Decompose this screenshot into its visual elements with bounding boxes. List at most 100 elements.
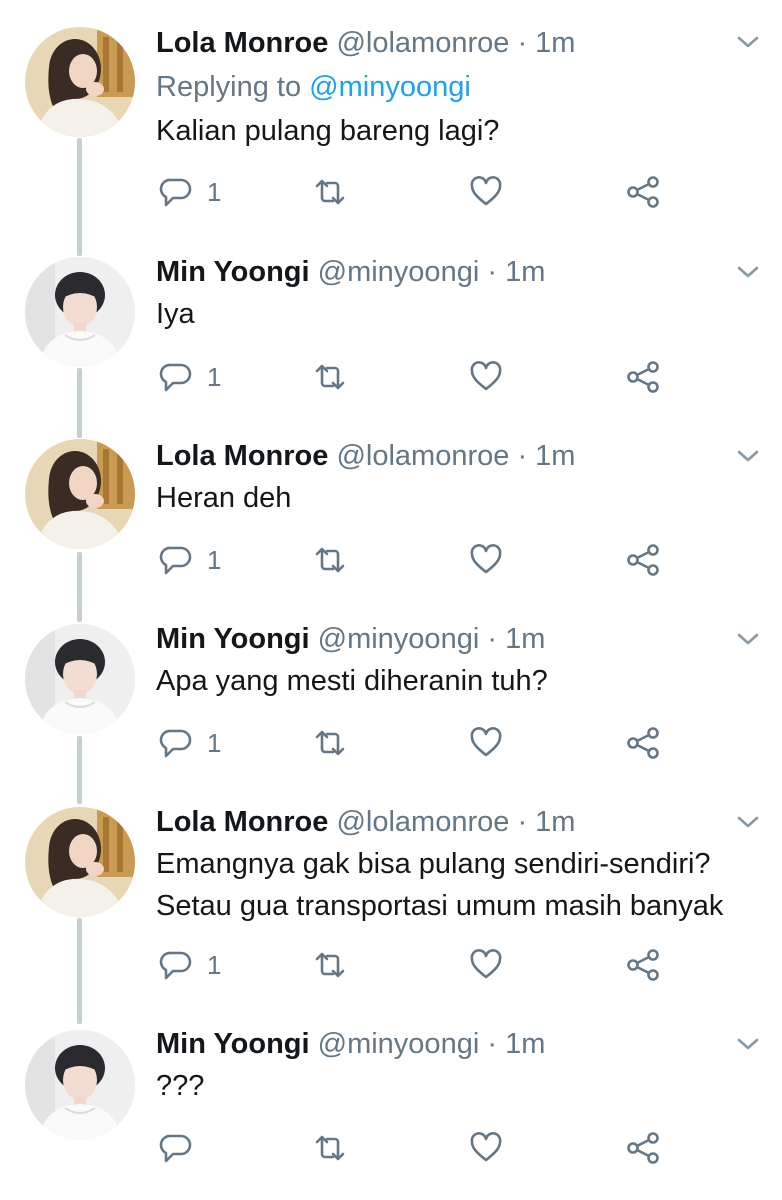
user-handle[interactable]: @minyoongi [318, 1028, 480, 1060]
tweet-text: ??? [156, 1065, 204, 1107]
user-name[interactable]: Lola Monroe [156, 27, 328, 59]
tweet-header: Min Yoongi @minyoongi · 1m [156, 1024, 545, 1064]
chevron-down-icon[interactable] [736, 447, 760, 465]
chevron-down-icon[interactable] [736, 263, 760, 281]
chevron-down-icon[interactable] [736, 813, 760, 831]
tweet[interactable]: Lola Monroe @lolamonroe · 1m Replying to… [0, 0, 782, 230]
avatar[interactable] [25, 439, 135, 549]
reply-count: 1 [207, 727, 222, 758]
reply-icon [159, 546, 192, 575]
timestamp[interactable]: 1m [505, 623, 545, 655]
reply-count: 1 [207, 176, 222, 207]
separator-dot: · [487, 256, 497, 288]
tweet-text-line: Setau gua transportasi umum masih banyak [156, 890, 724, 922]
tweet-text-line: Emangnya gak bisa pulang sendiri-sendiri… [156, 848, 711, 880]
tweet-header: Lola Monroe @lolamonroe · 1m [156, 23, 575, 63]
tweet-text-line: ??? [156, 1070, 205, 1102]
share-button[interactable] [626, 723, 660, 763]
retweet-button[interactable] [313, 1128, 347, 1168]
action-bar: 1 [0, 172, 782, 212]
like-button[interactable] [469, 723, 503, 763]
reply-button[interactable]: 1 [159, 945, 221, 985]
like-button[interactable] [469, 1128, 503, 1168]
retweet-icon [315, 952, 345, 978]
action-bar [0, 1128, 782, 1168]
heart-icon [470, 361, 502, 391]
tweet-text: Iya [156, 293, 195, 335]
timestamp[interactable]: 1m [535, 440, 575, 472]
share-icon [627, 544, 659, 576]
chevron-down-icon[interactable] [736, 33, 760, 51]
heart-icon [470, 727, 502, 757]
share-button[interactable] [626, 540, 660, 580]
replying-to-handle[interactable]: @minyoongi [309, 71, 471, 103]
reply-icon [159, 1134, 192, 1163]
tweet-header: Lola Monroe @lolamonroe · 1m [156, 436, 575, 476]
user-name[interactable]: Min Yoongi [156, 623, 310, 655]
chevron-down-icon[interactable] [736, 1035, 760, 1053]
tweet[interactable]: Lola Monroe @lolamonroe · 1m Heran deh 1 [0, 415, 782, 600]
retweet-button[interactable] [313, 540, 347, 580]
user-handle[interactable]: @lolamonroe [336, 806, 509, 838]
share-button[interactable] [626, 945, 660, 985]
timestamp[interactable]: 1m [535, 806, 575, 838]
tweet-text: Kalian pulang bareng lagi? [156, 110, 499, 152]
retweet-icon [315, 547, 345, 573]
user-name[interactable]: Min Yoongi [156, 256, 310, 288]
reply-icon [159, 363, 192, 392]
heart-icon [470, 544, 502, 574]
retweet-button[interactable] [313, 723, 347, 763]
retweet-icon [315, 1135, 345, 1161]
retweet-button[interactable] [313, 172, 347, 212]
chevron-down-icon[interactable] [736, 630, 760, 648]
heart-icon [470, 949, 502, 979]
user-handle[interactable]: @lolamonroe [336, 440, 509, 472]
tweet[interactable]: Min Yoongi @minyoongi · 1m ??? [0, 1010, 782, 1200]
share-icon [627, 727, 659, 759]
retweet-button[interactable] [313, 945, 347, 985]
avatar[interactable] [25, 807, 135, 917]
like-button[interactable] [469, 172, 503, 212]
user-name[interactable]: Min Yoongi [156, 1028, 310, 1060]
user-handle[interactable]: @lolamonroe [336, 27, 509, 59]
action-bar: 1 [0, 723, 782, 763]
reply-button[interactable] [159, 1128, 207, 1168]
reply-button[interactable]: 1 [159, 172, 221, 212]
separator-dot: · [517, 806, 528, 838]
action-bar: 1 [0, 945, 782, 985]
timestamp[interactable]: 1m [505, 1028, 545, 1060]
tweet-header: Min Yoongi @minyoongi · 1m [156, 619, 545, 659]
user-handle[interactable]: @minyoongi [318, 256, 480, 288]
share-button[interactable] [626, 357, 660, 397]
user-name[interactable]: Lola Monroe [156, 806, 328, 838]
action-bar: 1 [0, 540, 782, 580]
tweet[interactable]: Min Yoongi @minyoongi · 1m Apa yang mest… [0, 600, 782, 785]
tweet-text-line: Iya [156, 298, 195, 330]
timestamp[interactable]: 1m [535, 27, 575, 59]
tweet[interactable]: Lola Monroe @lolamonroe · 1m Emangnya ga… [0, 785, 782, 1010]
share-button[interactable] [626, 1128, 660, 1168]
like-button[interactable] [469, 540, 503, 580]
avatar[interactable] [25, 1030, 135, 1140]
share-button[interactable] [626, 172, 660, 212]
retweet-icon [315, 730, 345, 756]
reply-button[interactable]: 1 [159, 357, 221, 397]
like-button[interactable] [469, 945, 503, 985]
tweet-text-line: Kalian pulang bareng lagi? [156, 115, 500, 147]
heart-icon [470, 1132, 502, 1162]
tweet-header: Min Yoongi @minyoongi · 1m [156, 252, 545, 292]
tweet-text: Heran deh [156, 477, 291, 519]
share-icon [627, 949, 659, 981]
tweet[interactable]: Min Yoongi @minyoongi · 1m Iya 1 [0, 230, 782, 415]
reply-button[interactable]: 1 [159, 540, 221, 580]
share-icon [627, 1132, 659, 1164]
avatar[interactable] [25, 257, 135, 367]
avatar[interactable] [25, 27, 135, 137]
timestamp[interactable]: 1m [505, 256, 545, 288]
reply-button[interactable]: 1 [159, 723, 221, 763]
like-button[interactable] [469, 357, 503, 397]
user-name[interactable]: Lola Monroe [156, 440, 328, 472]
retweet-button[interactable] [313, 357, 347, 397]
user-handle[interactable]: @minyoongi [318, 623, 480, 655]
avatar[interactable] [25, 624, 135, 734]
